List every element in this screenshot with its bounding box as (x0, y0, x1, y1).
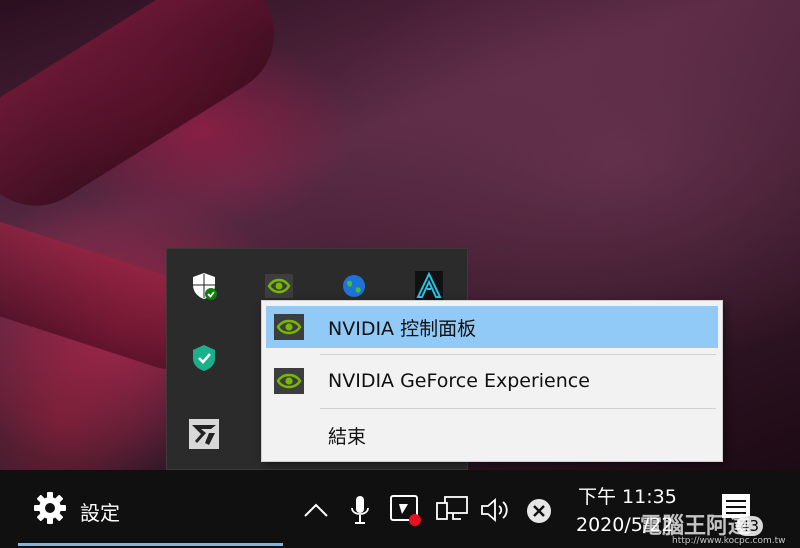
context-menu: NVIDIA 控制面板 NVIDIA GeForce Experience 結束 (261, 300, 723, 462)
menu-item-exit[interactable]: 結束 (266, 414, 718, 456)
menu-separator (320, 354, 716, 355)
watermark-url: http://www.kocpc.com.tw (672, 536, 786, 546)
audio-software-icon[interactable] (412, 269, 446, 303)
gear-icon (32, 490, 68, 526)
windows-security-icon[interactable] (187, 269, 221, 303)
settings-button[interactable]: 設定 (18, 470, 283, 548)
settings-active-indicator (18, 543, 283, 546)
menu-item-label: NVIDIA GeForce Experience (328, 370, 590, 392)
wallpaper-shape (0, 0, 297, 229)
clock-time[interactable]: 下午 11:35 (578, 482, 677, 509)
chevron-up-icon[interactable] (302, 496, 330, 524)
globe-network-icon[interactable] (337, 269, 371, 303)
microphone-icon[interactable] (346, 494, 374, 526)
menu-item-nvidia-control-panel[interactable]: NVIDIA 控制面板 (266, 306, 718, 348)
network-icon[interactable] (434, 494, 470, 526)
recording-icon[interactable] (388, 492, 424, 528)
close-circle-icon[interactable] (524, 496, 554, 526)
nvidia-icon (274, 366, 304, 396)
settings-label: 設定 (80, 501, 120, 525)
nvidia-icon[interactable] (262, 269, 296, 303)
volume-icon[interactable] (478, 494, 514, 526)
nvidia-icon (274, 312, 304, 342)
shield-check-icon[interactable] (187, 341, 221, 375)
menu-item-label: NVIDIA 控制面板 (328, 317, 477, 340)
gaming-brand-icon[interactable] (187, 417, 221, 451)
menu-item-geforce-experience[interactable]: NVIDIA GeForce Experience (266, 360, 718, 402)
menu-separator (320, 408, 716, 409)
menu-item-label: 結束 (328, 425, 367, 448)
